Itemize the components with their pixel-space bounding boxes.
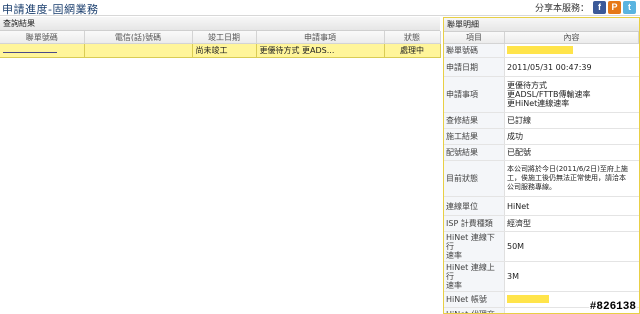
phone-no-cell xyxy=(84,43,193,58)
col-header-status[interactable]: 狀態 xyxy=(384,31,441,44)
complete-date-cell: 尚未竣工 xyxy=(192,43,257,58)
col-header-phone-no[interactable]: 電信(話)號碼 xyxy=(84,31,193,44)
detail-key: HiNet 帳號 xyxy=(444,291,505,308)
detail-value: 50M xyxy=(504,231,639,262)
detail-value: 本公司將於今日(2011/6/2日)至府上施 工，俟施工後仍無法正常使用，請洽本… xyxy=(504,160,639,197)
detail-panel: 聯單明細 項目 內容 聯單號碼 申請日期 2011/05/31 00:47:39… xyxy=(443,17,640,314)
twitter-icon[interactable]: t xyxy=(623,0,636,14)
detail-row: HiNet 連線上行 速率 3M xyxy=(444,261,639,292)
detail-value: 更優待方式 更ADSL/FTTB傳輸速率 更HiNet連線速率 xyxy=(504,76,639,113)
detail-value: 3M xyxy=(504,261,639,292)
col-header-request[interactable]: 申請事項 xyxy=(256,31,385,44)
results-header-row: 聯單號碼 電信(話)號碼 竣工日期 申請事項 狀態 xyxy=(0,31,441,44)
detail-key: 配號結果 xyxy=(444,144,505,161)
status-cell: 處理中 xyxy=(384,43,441,58)
detail-row: 申請事項 更優待方式 更ADSL/FTTB傳輸速率 更HiNet連線速率 xyxy=(444,76,639,113)
page-title: 申請進度-固網業務 xyxy=(2,3,99,16)
redacted-order-no xyxy=(507,45,573,54)
detail-key: ISP 計費種類 xyxy=(444,215,505,232)
detail-value: 成功 xyxy=(504,128,639,145)
detail-value xyxy=(504,43,639,58)
share-bar: 分享本服務： f P t xyxy=(535,0,636,14)
results-panel: 查詢結果 聯單號碼 電信(話)號碼 竣工日期 申請事項 狀態 尚未竣工 更優待方… xyxy=(0,17,441,314)
detail-row: ISP 計費種類 經濟型 xyxy=(444,215,639,232)
detail-key: 施工結果 xyxy=(444,128,505,145)
detail-key: 聯單號碼 xyxy=(444,43,505,58)
detail-key: HiNet 連線下行 速率 xyxy=(444,231,505,262)
detail-row: 聯單號碼 xyxy=(444,43,639,58)
watermark: #826138 xyxy=(588,301,637,313)
detail-key: 連線單位 xyxy=(444,196,505,216)
detail-key: HiNet 代理商 xyxy=(444,307,505,313)
share-label: 分享本服務： xyxy=(534,3,589,14)
col-header-item: 項目 xyxy=(444,32,505,44)
request-cell: 更優待方式 更ADS... xyxy=(256,43,385,58)
detail-key: 查修結果 xyxy=(444,112,505,129)
detail-row: 施工結果 成功 xyxy=(444,128,639,145)
col-header-content: 內容 xyxy=(504,32,639,44)
results-table: 聯單號碼 電信(話)號碼 竣工日期 申請事項 狀態 尚未竣工 更優待方式 更AD… xyxy=(0,31,441,58)
col-header-order-no[interactable]: 聯單號碼 xyxy=(0,31,85,44)
detail-header-row: 項目 內容 xyxy=(444,32,639,44)
detail-value: 已訂線 xyxy=(504,112,639,129)
detail-row: 申請日期 2011/05/31 00:47:39 xyxy=(444,57,639,77)
detail-table: 項目 內容 聯單號碼 申請日期 2011/05/31 00:47:39 申請事項… xyxy=(444,32,639,313)
detail-row: 配號結果 已配號 xyxy=(444,144,639,161)
detail-value: 2011/05/31 00:47:39 xyxy=(504,57,639,77)
detail-title: 聯單明細 xyxy=(444,18,639,32)
redacted-account xyxy=(507,294,549,303)
col-header-complete-date[interactable]: 竣工日期 xyxy=(192,31,257,44)
order-no-cell[interactable] xyxy=(0,43,85,58)
detail-row: HiNet 連線下行 速率 50M xyxy=(444,231,639,262)
detail-value: 經濟型 xyxy=(504,215,639,232)
facebook-icon[interactable]: f xyxy=(593,0,606,14)
detail-row: 查修結果 已訂線 xyxy=(444,112,639,129)
detail-value: 已配號 xyxy=(504,144,639,161)
table-row[interactable]: 尚未竣工 更優待方式 更ADS... 處理中 xyxy=(0,43,441,58)
results-title: 查詢結果 xyxy=(0,17,440,31)
order-no-value xyxy=(3,48,57,53)
detail-key: 申請事項 xyxy=(444,76,505,113)
page-header: 申請進度-固網業務 分享本服務： f P t xyxy=(0,0,640,16)
detail-row: 連線單位 HiNet xyxy=(444,196,639,216)
plurk-icon[interactable]: P xyxy=(608,0,621,14)
detail-row: 目前狀態 本公司將於今日(2011/6/2日)至府上施 工，俟施工後仍無法正常使… xyxy=(444,160,639,197)
detail-value: HiNet xyxy=(504,196,639,216)
detail-key: 目前狀態 xyxy=(444,160,505,197)
detail-key: HiNet 連線上行 速率 xyxy=(444,261,505,292)
detail-key: 申請日期 xyxy=(444,57,505,77)
